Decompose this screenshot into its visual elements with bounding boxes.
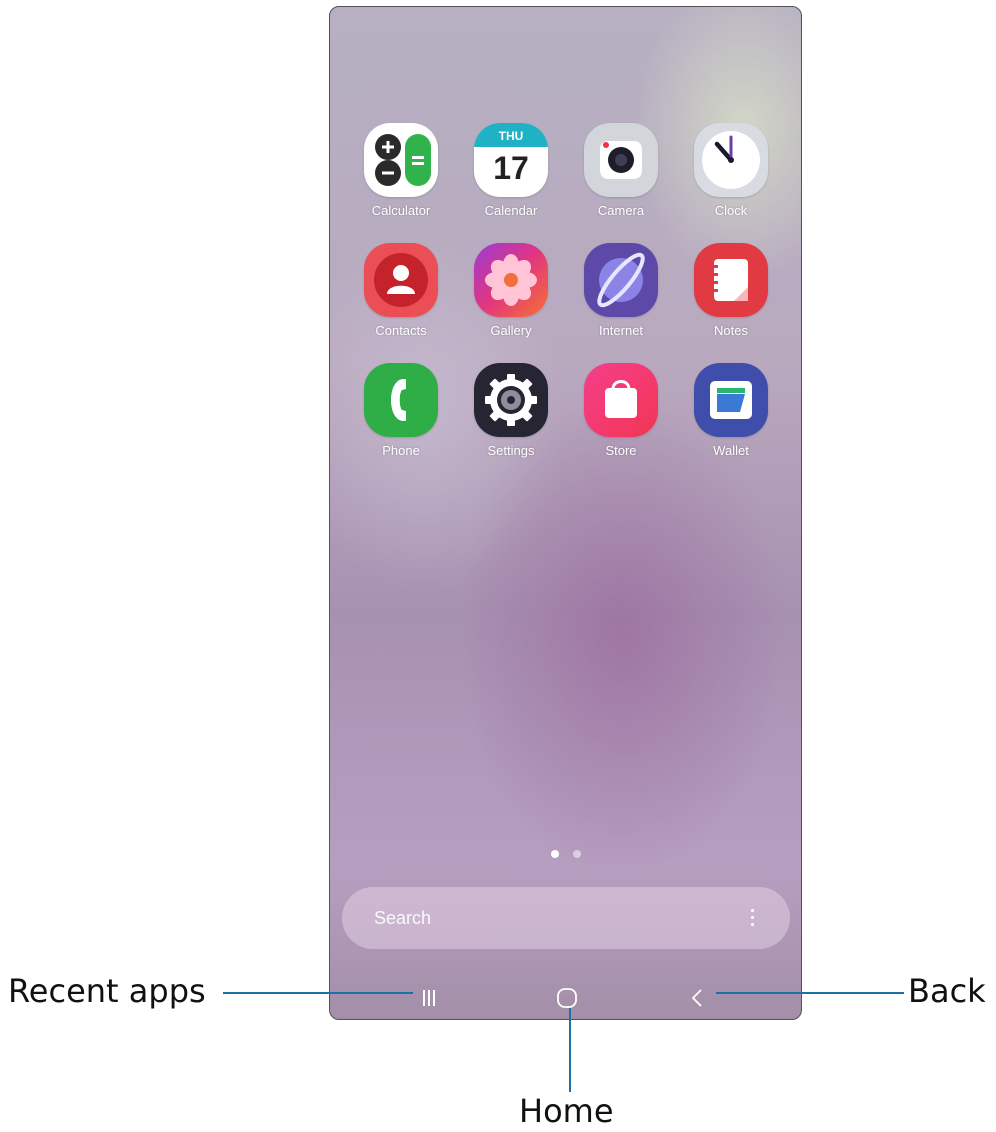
app-camera[interactable]: Camera bbox=[566, 123, 676, 218]
app-phone[interactable]: Phone bbox=[346, 363, 456, 458]
app-label: Clock bbox=[714, 203, 748, 218]
app-store[interactable]: Store bbox=[566, 363, 676, 458]
notes-icon bbox=[694, 243, 768, 317]
app-label: Store bbox=[605, 443, 637, 458]
app-gallery[interactable]: Gallery bbox=[456, 243, 566, 338]
recent-apps-icon bbox=[423, 990, 435, 1006]
home-callout-line bbox=[569, 1008, 571, 1092]
contacts-icon bbox=[364, 243, 438, 317]
recent-apps-callout-label: Recent apps bbox=[8, 972, 206, 1010]
calendar-weekday: THU bbox=[498, 129, 524, 143]
app-label: Contacts bbox=[375, 323, 427, 338]
settings-icon bbox=[474, 363, 548, 437]
app-contacts[interactable]: Contacts bbox=[346, 243, 456, 338]
page-dot bbox=[573, 850, 581, 858]
store-icon bbox=[584, 363, 658, 437]
search-placeholder: Search bbox=[374, 908, 432, 928]
app-label: Gallery bbox=[490, 323, 532, 338]
internet-icon bbox=[584, 243, 658, 317]
app-label: Calculator bbox=[371, 203, 431, 218]
recent-apps-button[interactable] bbox=[416, 986, 442, 1015]
more-options-icon[interactable] bbox=[750, 909, 756, 929]
home-callout-label: Home bbox=[519, 1092, 614, 1130]
camera-icon bbox=[584, 123, 658, 197]
clock-icon bbox=[694, 123, 768, 197]
app-label: Camera bbox=[597, 203, 645, 218]
gallery-icon bbox=[474, 243, 548, 317]
phone-icon bbox=[364, 363, 438, 437]
app-calculator[interactable]: Calculator bbox=[346, 123, 456, 218]
calendar-icon: THU 17 bbox=[474, 123, 548, 197]
page-dot-active bbox=[551, 850, 559, 858]
app-internet[interactable]: Internet bbox=[566, 243, 676, 338]
app-label: Settings bbox=[487, 443, 535, 458]
app-label: Phone bbox=[382, 443, 420, 458]
navigation-bar bbox=[330, 982, 801, 1019]
home-icon bbox=[557, 988, 577, 1008]
back-callout-label: Back bbox=[908, 972, 986, 1010]
back-button[interactable] bbox=[686, 986, 710, 1015]
recent-apps-callout-line bbox=[223, 992, 413, 994]
app-label: Wallet bbox=[713, 443, 749, 458]
app-notes[interactable]: Notes bbox=[676, 243, 786, 338]
app-label: Internet bbox=[598, 323, 644, 338]
app-wallet[interactable]: Wallet bbox=[676, 363, 786, 458]
back-callout-line bbox=[716, 992, 904, 994]
app-settings[interactable]: Settings bbox=[456, 363, 566, 458]
home-button[interactable] bbox=[554, 985, 580, 1016]
app-calendar[interactable]: THU 17 Calendar bbox=[456, 123, 566, 218]
app-label: Notes bbox=[714, 323, 748, 338]
wallet-icon bbox=[694, 363, 768, 437]
app-clock[interactable]: Clock bbox=[676, 123, 786, 218]
app-label: Calendar bbox=[484, 203, 538, 218]
search-bar[interactable]: Search bbox=[342, 887, 790, 949]
back-icon bbox=[691, 989, 702, 1007]
calculator-icon bbox=[364, 123, 438, 197]
phone-screen: Calculator THU 17 Calendar Camera Clock … bbox=[329, 6, 802, 1020]
calendar-day: 17 bbox=[493, 150, 529, 186]
